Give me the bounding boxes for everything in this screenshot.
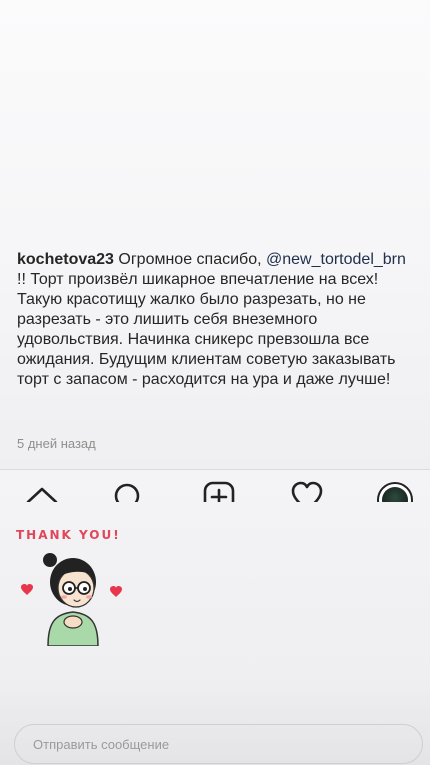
thank-you-girl-sticker[interactable]	[18, 542, 128, 647]
profile-avatar[interactable]	[377, 482, 413, 502]
comment-username[interactable]: kochetova23	[17, 251, 114, 268]
comment-body-end: !! Торт произвёл шикарное впечатление на…	[17, 271, 396, 388]
screenshot-area	[0, 0, 430, 470]
comment-body-start: Огромное спасибо,	[118, 251, 262, 268]
message-input[interactable]: Отправить сообщение	[14, 724, 423, 764]
tab-bar	[0, 470, 430, 502]
home-icon[interactable]	[25, 480, 59, 502]
sticker-title: THANK YOU!	[16, 528, 121, 542]
comment-text: kochetova23 Огромное спасибо, @new_torto…	[17, 250, 417, 390]
search-icon[interactable]	[111, 480, 145, 502]
comment-mention[interactable]: @new_tortodel_brn	[266, 251, 406, 268]
comment-timestamp: 5 дней назад	[17, 436, 96, 451]
activity-icon[interactable]	[290, 480, 324, 502]
avatar-image	[382, 487, 408, 502]
new-post-icon[interactable]	[202, 480, 236, 502]
